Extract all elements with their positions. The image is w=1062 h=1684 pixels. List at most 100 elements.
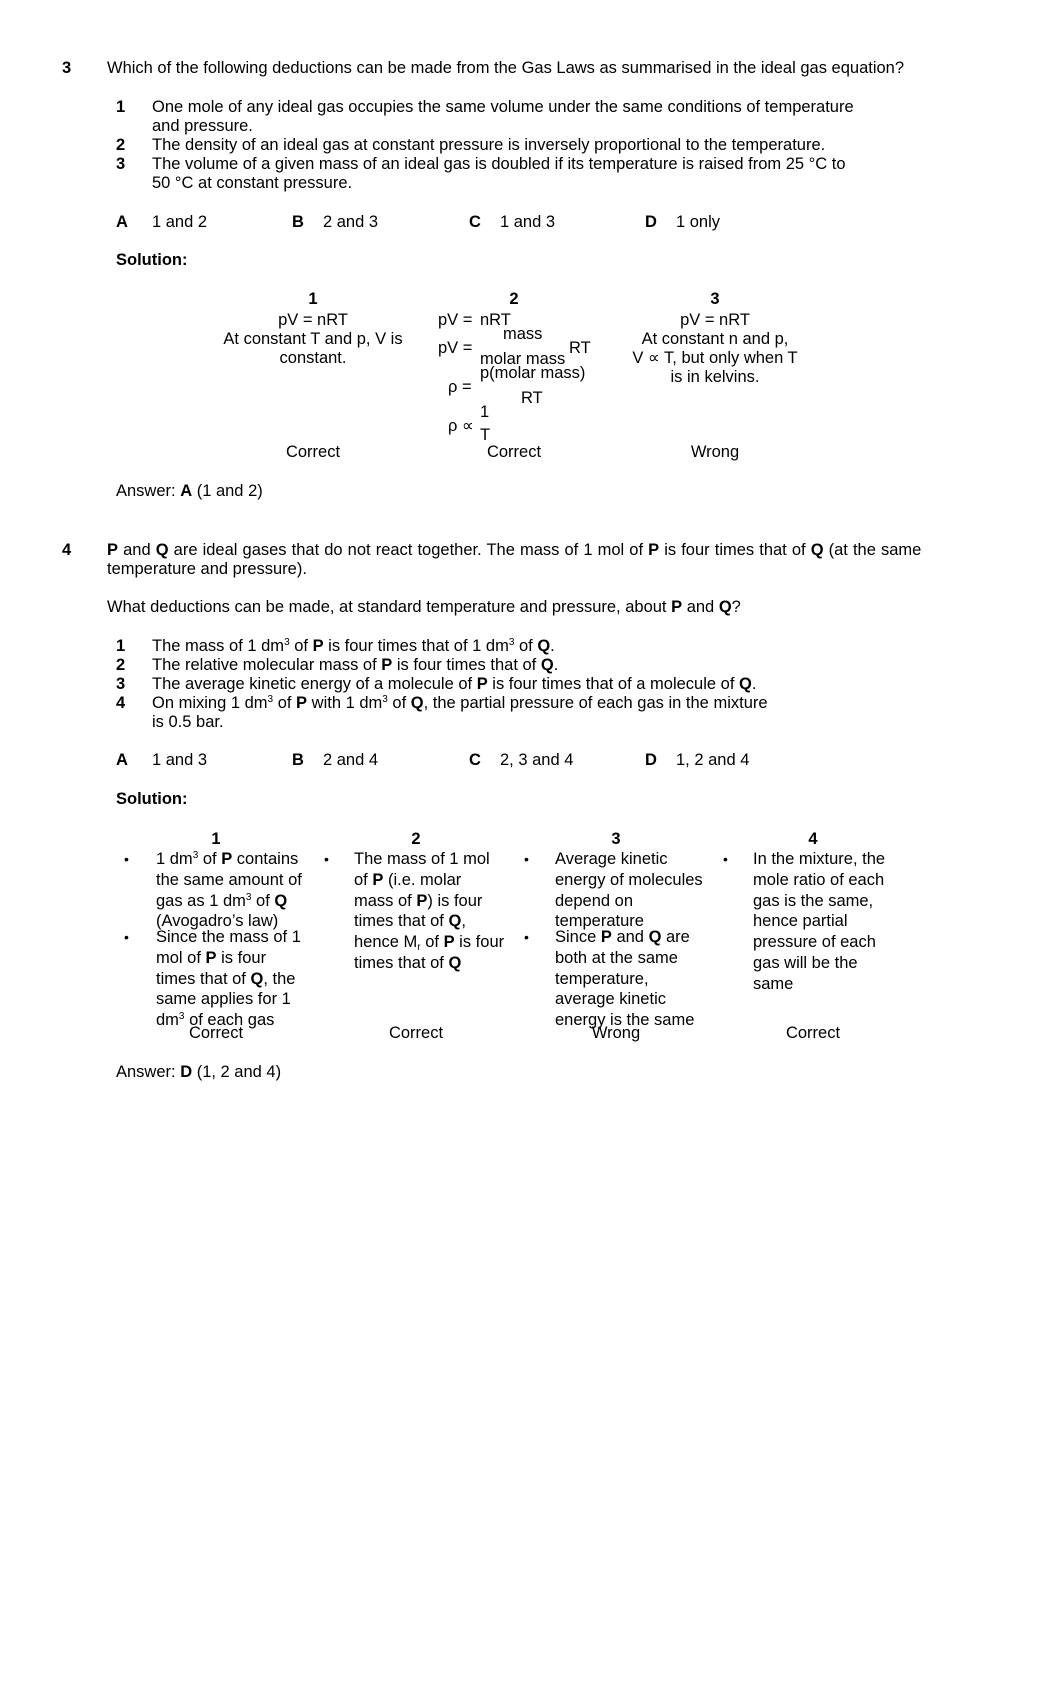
q3-option-letter: C (469, 213, 481, 231)
col-number: 4 (808, 830, 818, 848)
col-number: 1 (211, 830, 221, 848)
gas-q: Q (718, 598, 732, 616)
verdict: Correct (188, 1024, 244, 1042)
text-line: both at the same (555, 948, 678, 967)
bullet-icon: • (723, 851, 728, 867)
text: . (550, 637, 555, 655)
q4-answer: Answer: D (1, 2 and 4) (116, 1062, 281, 1082)
bullet-text: Average kinetic energy of molecules depe… (555, 849, 720, 932)
q3-option-letter: B (292, 213, 304, 231)
gas-q: Q (648, 928, 662, 946)
gas-q: Q (410, 694, 424, 712)
gas-p: P (296, 694, 308, 712)
text-line: mole ratio of each (753, 870, 885, 889)
gas-q: Q (810, 541, 824, 559)
gas-q: Q (738, 675, 752, 693)
text-line: hence partial (753, 912, 848, 931)
gas-p: P (221, 850, 233, 868)
verdict: Correct (285, 443, 341, 461)
answer-letter: D (180, 1063, 193, 1081)
equation-lhs: pV = (438, 339, 473, 357)
col-text: V ∝ T, but only when T (632, 349, 798, 367)
answer-suffix: (1, 2 and 4) (192, 1063, 282, 1081)
text-line: same (753, 974, 794, 993)
q3-statement-text: The volume of a given mass of an ideal g… (152, 155, 846, 173)
q3-statement-text: The density of an ideal gas at constant … (152, 136, 826, 154)
q4-option-letter: D (645, 751, 657, 769)
q4-statement-number: 4 (116, 694, 126, 712)
fraction-numerator: mass (503, 325, 543, 343)
text-line: energy of molecules (555, 870, 703, 889)
bullet-icon: • (124, 929, 129, 945)
text-line: pressure of each (753, 933, 876, 952)
text: The relative molecular mass of (152, 656, 382, 674)
text: is four times that of (659, 541, 811, 559)
q3-option-text: 1 and 2 (152, 213, 208, 231)
q4-statement-number: 2 (116, 656, 126, 674)
q4-statement-text: The relative molecular mass of P is four… (152, 655, 558, 675)
text-line: In the mixture, the (753, 850, 886, 868)
gas-p: P (648, 541, 660, 559)
text: Since (555, 928, 601, 946)
bullet-icon: • (324, 851, 329, 867)
gas-q: Q (537, 637, 551, 655)
text-line: Average kinetic (555, 850, 668, 868)
q3-option-text: 1 and 3 (500, 213, 556, 231)
col-text: is in kelvins. (670, 368, 760, 386)
fraction-denominator: RT (521, 389, 543, 407)
q4-option-letter: C (469, 751, 481, 769)
equation-lhs: pV = (438, 311, 473, 329)
text: is four times that of (392, 656, 541, 674)
gas-p: P (372, 870, 384, 889)
text-line: average kinetic (555, 990, 666, 1009)
q3-option-text: 1 only (676, 213, 721, 231)
q4-option-text: 2, 3 and 4 (500, 751, 574, 769)
text: of (289, 637, 313, 655)
q4-solution-label: Solution: (116, 790, 188, 808)
col-number: 2 (509, 290, 519, 308)
q3-option-letter: D (645, 213, 657, 231)
equation-lhs: ρ = (448, 378, 472, 396)
q4-option-letter: B (292, 751, 304, 769)
text: What deductions can be made, at standard… (107, 598, 672, 616)
gas-p: P (205, 948, 217, 967)
col-number: 3 (611, 830, 621, 848)
q3-option-text: 2 and 3 (323, 213, 379, 231)
gas-q: Q (448, 912, 462, 931)
q3-statement-number: 3 (116, 155, 126, 173)
col-text: At constant T and p, V is (223, 330, 403, 348)
verdict: Correct (486, 443, 542, 461)
q4-option-letter: A (116, 751, 128, 769)
text: of (387, 694, 411, 712)
bullet-icon: • (124, 851, 129, 867)
q4-statement-number: 3 (116, 675, 126, 693)
text-line: Since P and Q are (555, 927, 720, 948)
bullet-text: In the mixture, the mole ratio of each g… (753, 849, 913, 995)
bullet-text: The mass of 1 mol of P (i.e. molar mass of… (354, 850, 505, 972)
col-text: At constant n and p, (641, 330, 789, 348)
q3-number: 3 (62, 59, 72, 77)
q4-option-text: 1 and 3 (152, 751, 208, 769)
text: . (553, 656, 559, 674)
fraction-numerator: 1 (480, 403, 490, 421)
q3-answer: Answer: A (1 and 2) (116, 481, 263, 501)
col-text: pV = nRT (278, 311, 348, 329)
text: On mixing 1 dm (152, 694, 268, 712)
text: The mass of 1 dm (152, 637, 285, 655)
q3-statement-text: and pressure. (152, 117, 253, 135)
text: with 1 dm (307, 694, 383, 712)
text: ? (731, 598, 741, 616)
bullet-text: Since P and Q are both at the same tempe… (555, 927, 720, 1031)
bullet-icon: • (524, 929, 529, 945)
q3-statement-text: 50 °C at constant pressure. (152, 174, 353, 192)
text-line: gas will be the (753, 953, 858, 972)
fraction-numerator: p(molar mass) (480, 364, 586, 382)
verdict: Wrong (690, 443, 740, 461)
q4-statement-number: 1 (116, 637, 126, 655)
verdict: Correct (785, 1024, 841, 1042)
bullet-icon: • (524, 851, 529, 867)
superscript: 3 (192, 850, 199, 861)
q4-statement-text: is 0.5 bar. (152, 713, 224, 731)
superscript: 3 (245, 891, 252, 903)
q3-solution-label: Solution: (116, 251, 188, 269)
